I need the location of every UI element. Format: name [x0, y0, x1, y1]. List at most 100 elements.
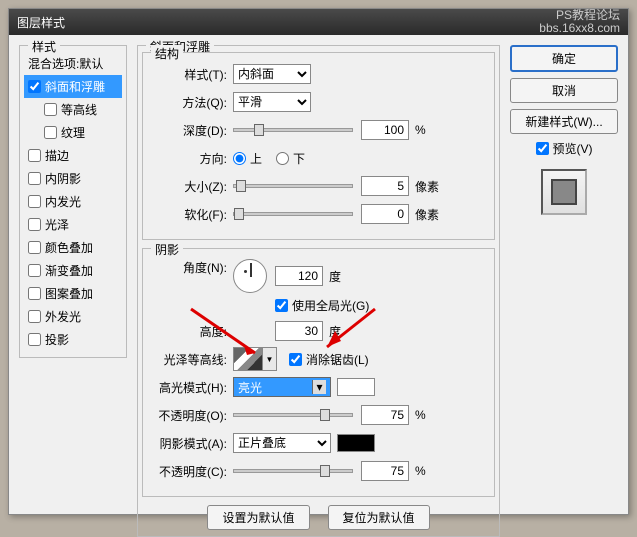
angle-input[interactable] — [275, 266, 323, 286]
style-item-2[interactable]: 等高线 — [24, 98, 122, 121]
soften-slider[interactable] — [233, 212, 353, 216]
style-select[interactable]: 内斜面 — [233, 64, 311, 84]
hl-color-swatch[interactable] — [337, 378, 375, 396]
shading-legend: 阴影 — [151, 241, 183, 258]
style-checkbox[interactable] — [28, 333, 41, 346]
hl-mode-select[interactable]: 亮光▾ — [233, 377, 331, 397]
ok-button[interactable]: 确定 — [510, 45, 618, 72]
style-item-label: 投影 — [45, 331, 69, 348]
structure-legend: 结构 — [151, 45, 183, 62]
reset-default-button[interactable]: 复位为默认值 — [328, 505, 430, 530]
style-item-11[interactable]: 外发光 — [24, 305, 122, 328]
preview-checkbox[interactable]: 预览(V) — [536, 140, 593, 157]
style-item-5[interactable]: 内阴影 — [24, 167, 122, 190]
sh-mode-select[interactable]: 正片叠底 — [233, 433, 331, 453]
style-item-3[interactable]: 纹理 — [24, 121, 122, 144]
angle-unit: 度 — [329, 268, 341, 285]
size-input[interactable] — [361, 176, 409, 196]
hl-opacity-unit: % — [415, 408, 426, 422]
shading-section: 阴影 角度(N): 度 使用全局光(G) 高 — [142, 248, 495, 497]
technique-label: 方法(Q): — [151, 94, 233, 111]
layer-style-dialog: 图层样式 PS教程论坛bbs.16xx8.com 样式 混合选项:默认斜面和浮雕… — [8, 8, 629, 515]
altitude-label: 高度: — [151, 323, 233, 340]
style-item-7[interactable]: 光泽 — [24, 213, 122, 236]
style-item-label: 图案叠加 — [45, 285, 93, 302]
style-item-8[interactable]: 颜色叠加 — [24, 236, 122, 259]
depth-input[interactable] — [361, 120, 409, 140]
style-item-label: 描边 — [45, 147, 69, 164]
styles-legend: 样式 — [28, 38, 60, 55]
style-item-label: 光泽 — [45, 216, 69, 233]
cancel-button[interactable]: 取消 — [510, 78, 618, 103]
style-checkbox[interactable] — [28, 80, 41, 93]
style-item-label: 斜面和浮雕 — [45, 78, 105, 95]
technique-select[interactable]: 平滑 — [233, 92, 311, 112]
size-label: 大小(Z): — [151, 178, 233, 195]
make-default-button[interactable]: 设置为默认值 — [207, 505, 309, 530]
sh-opacity-input[interactable] — [361, 461, 409, 481]
style-item-label: 内发光 — [45, 193, 81, 210]
style-label: 样式(T): — [151, 66, 233, 83]
angle-label: 角度(N): — [151, 259, 233, 276]
style-item-label: 颜色叠加 — [45, 239, 93, 256]
style-item-1[interactable]: 斜面和浮雕 — [24, 75, 122, 98]
styles-panel: 样式 混合选项:默认斜面和浮雕等高线纹理描边内阴影内发光光泽颜色叠加渐变叠加图案… — [19, 45, 127, 358]
antialias-checkbox[interactable]: 消除锯齿(L) — [289, 351, 369, 368]
styles-list: 混合选项:默认斜面和浮雕等高线纹理描边内阴影内发光光泽颜色叠加渐变叠加图案叠加外… — [24, 52, 122, 351]
contour-dropdown[interactable]: ▼ — [263, 347, 277, 371]
altitude-unit: 度 — [329, 323, 341, 340]
angle-dial[interactable] — [233, 259, 267, 293]
sh-opacity-unit: % — [415, 464, 426, 478]
bevel-panel: 斜面和浮雕 结构 样式(T): 内斜面 方法(Q): 平滑 深度(D): — [137, 45, 500, 537]
size-unit: 像素 — [415, 178, 439, 195]
size-slider[interactable] — [233, 184, 353, 188]
global-light-checkbox[interactable]: 使用全局光(G) — [275, 297, 369, 314]
style-checkbox[interactable] — [44, 126, 57, 139]
sh-opacity-label: 不透明度(C): — [151, 463, 233, 480]
structure-section: 结构 样式(T): 内斜面 方法(Q): 平滑 深度(D): % — [142, 52, 495, 240]
style-item-label: 纹理 — [61, 124, 85, 141]
altitude-input[interactable] — [275, 321, 323, 341]
style-checkbox[interactable] — [28, 149, 41, 162]
style-checkbox[interactable] — [28, 264, 41, 277]
preview-thumb — [541, 169, 587, 215]
soften-unit: 像素 — [415, 206, 439, 223]
style-checkbox[interactable] — [44, 103, 57, 116]
watermark: PS教程论坛bbs.16xx8.com — [539, 9, 620, 35]
hl-mode-label: 高光模式(H): — [151, 379, 233, 396]
style-checkbox[interactable] — [28, 241, 41, 254]
depth-slider[interactable] — [233, 128, 353, 132]
style-checkbox[interactable] — [28, 172, 41, 185]
direction-label: 方向: — [151, 150, 233, 167]
style-item-12[interactable]: 投影 — [24, 328, 122, 351]
style-checkbox[interactable] — [28, 287, 41, 300]
dir-up-radio[interactable]: 上 — [233, 150, 262, 167]
gloss-contour-thumb[interactable] — [233, 347, 263, 371]
depth-unit: % — [415, 123, 426, 137]
style-checkbox[interactable] — [28, 195, 41, 208]
style-item-9[interactable]: 渐变叠加 — [24, 259, 122, 282]
hl-opacity-slider[interactable] — [233, 413, 353, 417]
style-item-6[interactable]: 内发光 — [24, 190, 122, 213]
contour-label: 光泽等高线: — [151, 351, 233, 368]
dir-down-radio[interactable]: 下 — [276, 150, 305, 167]
style-item-label: 内阴影 — [45, 170, 81, 187]
style-item-0[interactable]: 混合选项:默认 — [24, 52, 122, 75]
sh-mode-label: 阴影模式(A): — [151, 435, 233, 452]
style-item-4[interactable]: 描边 — [24, 144, 122, 167]
soften-label: 软化(F): — [151, 206, 233, 223]
new-style-button[interactable]: 新建样式(W)... — [510, 109, 618, 134]
style-item-label: 渐变叠加 — [45, 262, 93, 279]
depth-label: 深度(D): — [151, 122, 233, 139]
hl-opacity-label: 不透明度(O): — [151, 407, 233, 424]
style-item-10[interactable]: 图案叠加 — [24, 282, 122, 305]
window-title: 图层样式 — [17, 14, 65, 31]
style-checkbox[interactable] — [28, 218, 41, 231]
sh-color-swatch[interactable] — [337, 434, 375, 452]
sh-opacity-slider[interactable] — [233, 469, 353, 473]
hl-opacity-input[interactable] — [361, 405, 409, 425]
soften-input[interactable] — [361, 204, 409, 224]
titlebar[interactable]: 图层样式 PS教程论坛bbs.16xx8.com — [9, 9, 628, 35]
style-checkbox[interactable] — [28, 310, 41, 323]
style-item-label: 等高线 — [61, 101, 97, 118]
